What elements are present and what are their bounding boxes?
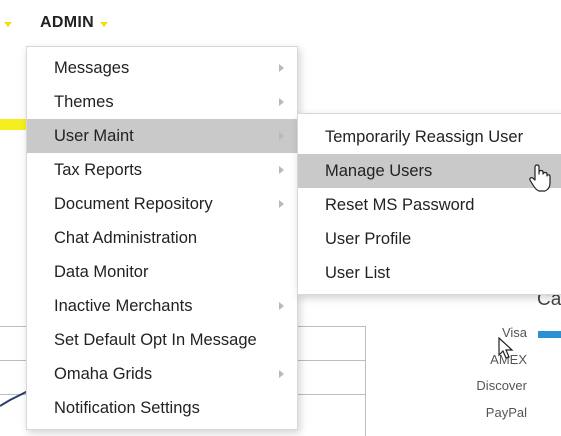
menu-item-label: Document Repository: [54, 195, 213, 213]
chevron-right-icon: [279, 98, 284, 106]
caret-down-icon: [99, 21, 108, 27]
nav-caret-icon: [4, 22, 12, 27]
legend-label-discover: Discover: [476, 378, 527, 393]
legend-label-paypal: PayPal: [485, 405, 527, 420]
submenu-item-label: Manage Users: [325, 162, 433, 180]
menu-item-label: Chat Administration: [54, 229, 198, 247]
chevron-right-icon: [279, 302, 284, 310]
legend-swatch-visa: [538, 331, 561, 338]
submenu-item-reset-ms-password[interactable]: Reset MS Password: [298, 188, 561, 222]
menu-item-messages[interactable]: Messages: [27, 51, 297, 85]
menu-item-user-maint[interactable]: User Maint: [27, 119, 297, 153]
menu-item-label: Omaha Grids: [54, 365, 153, 383]
legend-label-visa: Visa: [501, 325, 527, 340]
menu-item-inactive-merchants[interactable]: Inactive Merchants: [27, 289, 297, 323]
chevron-right-icon: [279, 64, 284, 72]
submenu-item-user-list[interactable]: User List: [298, 256, 561, 290]
menu-item-label: Notification Settings: [54, 399, 200, 417]
menu-item-label: Tax Reports: [54, 161, 143, 179]
menu-item-label: Messages: [54, 59, 130, 77]
menu-item-label: Themes: [54, 93, 114, 111]
menu-item-set-default-opt-in-message[interactable]: Set Default Opt In Message: [27, 323, 297, 357]
submenu-item-label: User Profile: [325, 230, 412, 248]
hand-pointer-cursor-icon: [529, 164, 551, 192]
admin-nav-item[interactable]: ADMIN: [40, 14, 108, 32]
menu-item-label: Inactive Merchants: [54, 297, 193, 315]
menu-item-label: User Maint: [54, 127, 134, 145]
submenu-item-temporarily-reassign-user[interactable]: Temporarily Reassign User: [298, 120, 561, 154]
chevron-right-icon: [279, 166, 284, 174]
legend-label-amex: AMEX: [490, 352, 527, 367]
admin-dropdown-menu: Messages Themes User Maint Tax Reports D…: [26, 46, 298, 430]
menu-item-themes[interactable]: Themes: [27, 85, 297, 119]
chevron-right-icon: [279, 200, 284, 208]
chevron-right-icon: [279, 132, 284, 140]
submenu-item-label: User List: [325, 264, 391, 282]
submenu-item-label: Temporarily Reassign User: [325, 128, 524, 146]
chevron-right-icon: [279, 370, 284, 378]
menu-item-document-repository[interactable]: Document Repository: [27, 187, 297, 221]
menu-item-label: Set Default Opt In Message: [54, 331, 257, 349]
submenu-item-label: Reset MS Password: [325, 196, 475, 214]
admin-nav-label: ADMIN: [40, 14, 94, 31]
menu-item-data-monitor[interactable]: Data Monitor: [27, 255, 297, 289]
menu-item-chat-administration[interactable]: Chat Administration: [27, 221, 297, 255]
grid-line: [365, 326, 366, 436]
menu-item-tax-reports[interactable]: Tax Reports: [27, 153, 297, 187]
user-maint-submenu: Temporarily Reassign User Manage Users R…: [297, 113, 561, 295]
menu-item-notification-settings[interactable]: Notification Settings: [27, 391, 297, 425]
submenu-item-manage-users[interactable]: Manage Users: [298, 154, 561, 188]
menu-item-omaha-grids[interactable]: Omaha Grids: [27, 357, 297, 391]
menu-item-label: Data Monitor: [54, 263, 149, 281]
arrow-cursor-icon: [498, 337, 514, 359]
submenu-item-user-profile[interactable]: User Profile: [298, 222, 561, 256]
